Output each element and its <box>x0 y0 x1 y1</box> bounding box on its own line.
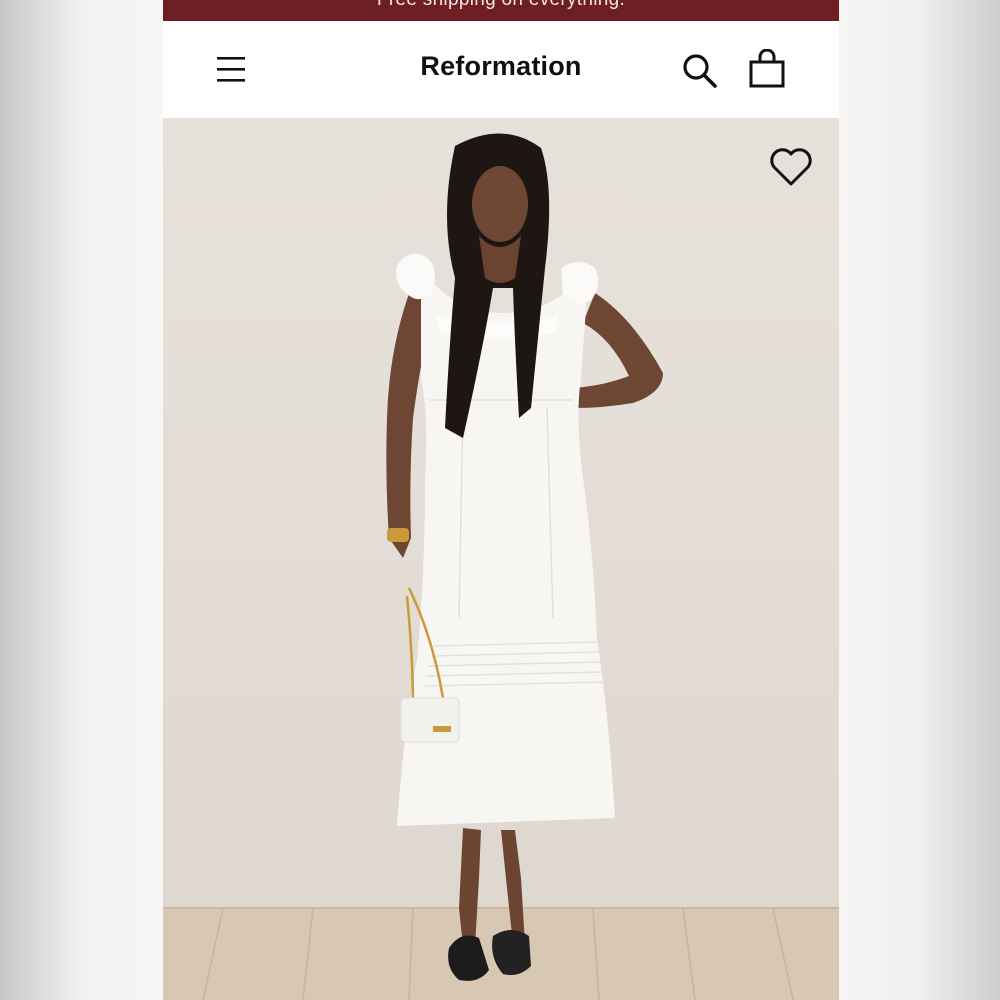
promo-text: Free shipping on everything. <box>163 0 839 11</box>
search-icon <box>683 54 717 88</box>
phone-screen: Free shipping on everything. Reformation <box>163 0 839 1000</box>
brand-logo[interactable]: Reformation <box>163 51 839 82</box>
product-model-image <box>163 133 839 1000</box>
search-button[interactable] <box>681 52 719 90</box>
wishlist-button[interactable] <box>769 147 813 187</box>
shopping-bag-button[interactable] <box>748 49 786 89</box>
site-header: Reformation <box>163 21 839 118</box>
shopping-bag-icon <box>749 49 785 88</box>
promo-banner[interactable]: Free shipping on everything. <box>163 0 839 21</box>
heart-icon <box>770 148 812 186</box>
product-photo[interactable] <box>163 118 839 1000</box>
